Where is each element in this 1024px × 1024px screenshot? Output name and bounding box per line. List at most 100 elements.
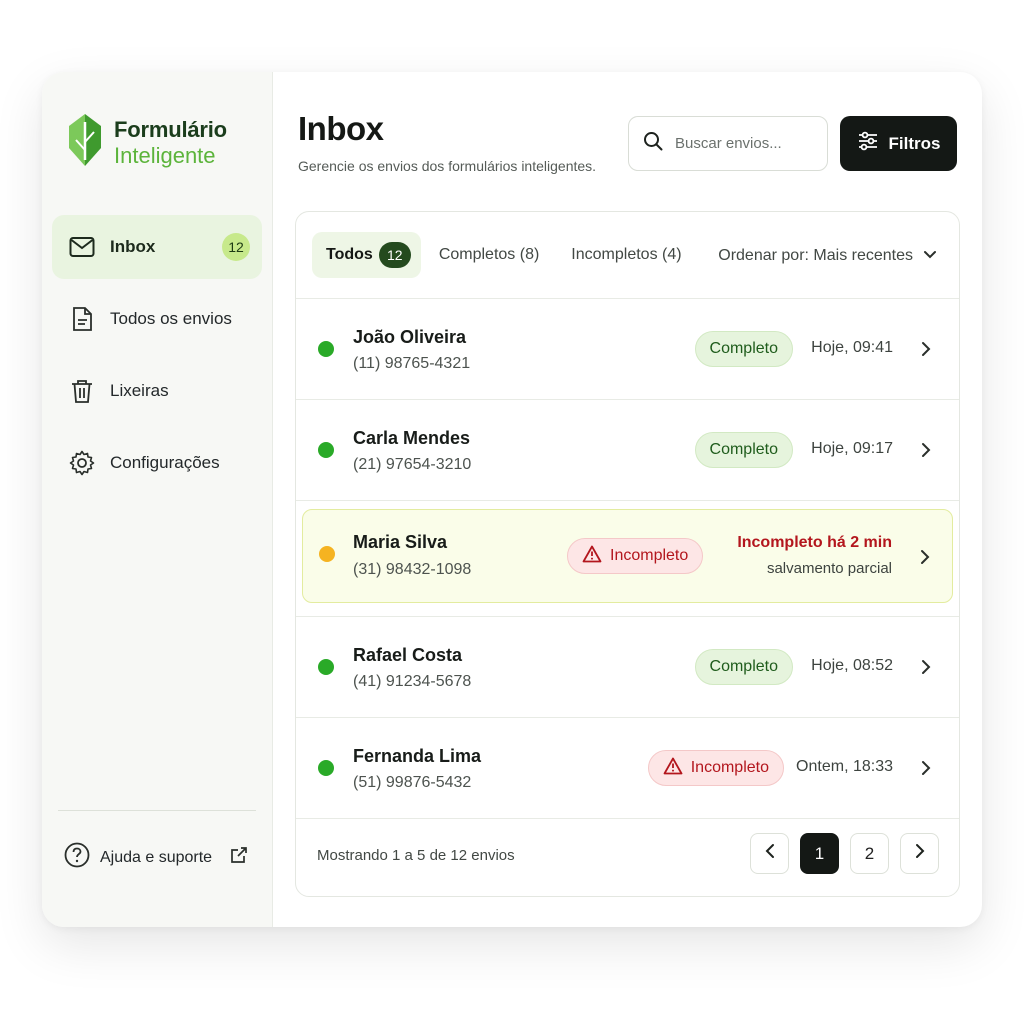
warning-icon <box>663 757 683 780</box>
tab-incompletos[interactable]: Incompletos (4) <box>557 232 695 278</box>
submitter-phone: (31) 98432-1098 <box>353 561 472 578</box>
sidebar-nav: Inbox 12 Todos os envios Lixeiras Config… <box>52 215 262 503</box>
brand[interactable]: Formulário Inteligente <box>66 112 227 173</box>
sliders-icon <box>857 130 879 157</box>
pagination: 1 2 <box>750 833 939 874</box>
list-footer: Mostrando 1 a 5 de 12 envios 1 2 <box>296 814 959 896</box>
submitter-name: Fernanda Lima <box>353 746 482 766</box>
sort-dropdown[interactable]: Ordenar por: Mais recentes <box>718 212 937 299</box>
status-badge: Incompleto <box>567 538 704 574</box>
leaf-logo-icon <box>66 112 104 173</box>
page-subtitle: Gerencie os envios dos formulários intel… <box>298 158 597 174</box>
submitter-phone: (51) 99876-5432 <box>353 774 472 791</box>
sidebar-item-configuracoes[interactable]: Configurações <box>52 431 262 495</box>
submitter-phone: (41) 91234-5678 <box>353 673 472 690</box>
chevron-right-icon <box>919 339 933 359</box>
tab-completos[interactable]: Completos (8) <box>425 232 553 278</box>
document-icon <box>68 305 96 333</box>
sidebar-item-label: Todos os envios <box>110 309 232 328</box>
submission-time: Hoje, 09:41 <box>811 339 893 356</box>
chevron-right-icon <box>919 440 933 460</box>
submission-time: Hoje, 09:17 <box>811 440 893 457</box>
sidebar-item-label: Configurações <box>110 453 220 472</box>
chevron-right-icon <box>919 657 933 677</box>
search-icon <box>643 131 663 156</box>
submitter-name: Rafael Costa <box>353 645 463 665</box>
status-dot-complete <box>318 760 334 776</box>
pagination-info: Mostrando 1 a 5 de 12 envios <box>317 846 515 864</box>
sidebar-item-label: Lixeiras <box>110 381 169 400</box>
table-row[interactable]: Carla Mendes (21) 97654-3210 Completo Ho… <box>296 400 959 501</box>
status-badge-label: Incompleto <box>690 759 769 776</box>
chevron-left-icon <box>765 843 775 864</box>
page-button-1[interactable]: 1 <box>800 833 839 874</box>
incomplete-alert-note: salvamento parcial <box>766 560 892 577</box>
tab-todos[interactable]: Todos 12 <box>312 232 421 278</box>
filter-tabs: Todos 12 Completos (8) Incompletos (4) O… <box>296 212 959 299</box>
status-badge: Completo <box>694 331 793 367</box>
help-support-label: Ajuda e suporte <box>100 848 213 866</box>
chevron-right-icon <box>915 843 925 864</box>
submitter-phone: (21) 97654-3210 <box>353 456 472 473</box>
filters-label: Filtros <box>888 133 941 153</box>
sidebar-item-label: Inbox <box>110 237 156 256</box>
submission-time: Hoje, 08:52 <box>811 657 893 674</box>
sidebar-divider <box>58 810 256 811</box>
gear-icon <box>68 449 96 477</box>
chevron-down-icon <box>923 247 937 265</box>
main-content: Inbox Gerencie os envios dos formulários… <box>273 72 982 927</box>
tab-count-value: 12 <box>387 247 403 263</box>
submissions-card: Todos 12 Completos (8) Incompletos (4) O… <box>295 211 960 897</box>
submitter-name: Maria Silva <box>353 532 448 552</box>
status-badge-label: Completo <box>709 340 778 357</box>
table-row[interactable]: Rafael Costa (41) 91234-5678 Completo Ho… <box>296 617 959 718</box>
sidebar-item-inbox[interactable]: Inbox 12 <box>52 215 262 279</box>
external-link-icon <box>230 846 248 869</box>
next-page-button[interactable] <box>900 833 939 874</box>
table-row[interactable]: Fernanda Lima (51) 99876-5432 Incompleto… <box>296 718 959 819</box>
table-row[interactable]: João Oliveira (11) 98765-4321 Completo H… <box>296 299 959 400</box>
incomplete-alert-time: Incompleto há 2 min <box>737 534 892 551</box>
status-dot-complete <box>318 442 334 458</box>
brand-name-line1: Formulário <box>114 116 227 142</box>
sidebar-item-todos-os-envios[interactable]: Todos os envios <box>52 287 262 351</box>
incomplete-alert: Incompleto há 2 min salvamento parcial <box>737 534 892 577</box>
submitter-phone: (11) 98765-4321 <box>353 355 471 372</box>
chevron-right-icon <box>918 547 932 567</box>
filters-button[interactable]: Filtros <box>840 116 957 171</box>
tab-label: Incompletos (4) <box>571 246 682 263</box>
sidebar: Formulário Inteligente Inbox 12 Todos os… <box>42 72 273 927</box>
trash-icon <box>68 377 96 405</box>
status-badge-label: Incompleto <box>610 547 689 564</box>
status-dot-complete <box>318 341 334 357</box>
warning-icon <box>582 545 602 568</box>
tab-label: Completos (8) <box>438 246 540 263</box>
page-title: Inbox <box>298 110 384 147</box>
chevron-right-icon <box>919 758 933 778</box>
submitter-name: Carla Mendes <box>353 428 471 448</box>
search-box[interactable] <box>628 116 828 171</box>
status-badge-label: Completo <box>709 658 778 675</box>
submission-time: Ontem, 18:33 <box>796 758 893 775</box>
mail-icon <box>68 233 96 261</box>
table-row-highlighted[interactable]: Maria Silva (31) 98432-1098 Incompleto I… <box>302 509 953 603</box>
status-dot-incomplete <box>319 546 335 562</box>
status-badge: Completo <box>694 649 793 685</box>
page-button-2[interactable]: 2 <box>850 833 889 874</box>
search-input[interactable] <box>675 135 805 152</box>
status-badge: Completo <box>694 432 793 468</box>
submitter-name: João Oliveira <box>353 327 467 347</box>
sidebar-item-lixeiras[interactable]: Lixeiras <box>52 359 262 423</box>
help-circle-icon <box>64 842 90 873</box>
tab-label: Todos <box>326 246 373 263</box>
highlighted-row-wrapper: Maria Silva (31) 98432-1098 Incompleto I… <box>296 509 959 617</box>
status-badge: Incompleto <box>647 750 784 786</box>
help-support-link[interactable]: Ajuda e suporte <box>64 842 248 873</box>
prev-page-button[interactable] <box>750 833 789 874</box>
sort-label: Ordenar por: Mais recentes <box>718 246 913 264</box>
status-badge-label: Completo <box>709 441 778 458</box>
app-window: Formulário Inteligente Inbox 12 Todos os… <box>42 72 982 927</box>
submissions-list: João Oliveira (11) 98765-4321 Completo H… <box>296 299 959 819</box>
status-dot-complete <box>318 659 334 675</box>
tab-count-badge: 12 <box>378 242 411 268</box>
